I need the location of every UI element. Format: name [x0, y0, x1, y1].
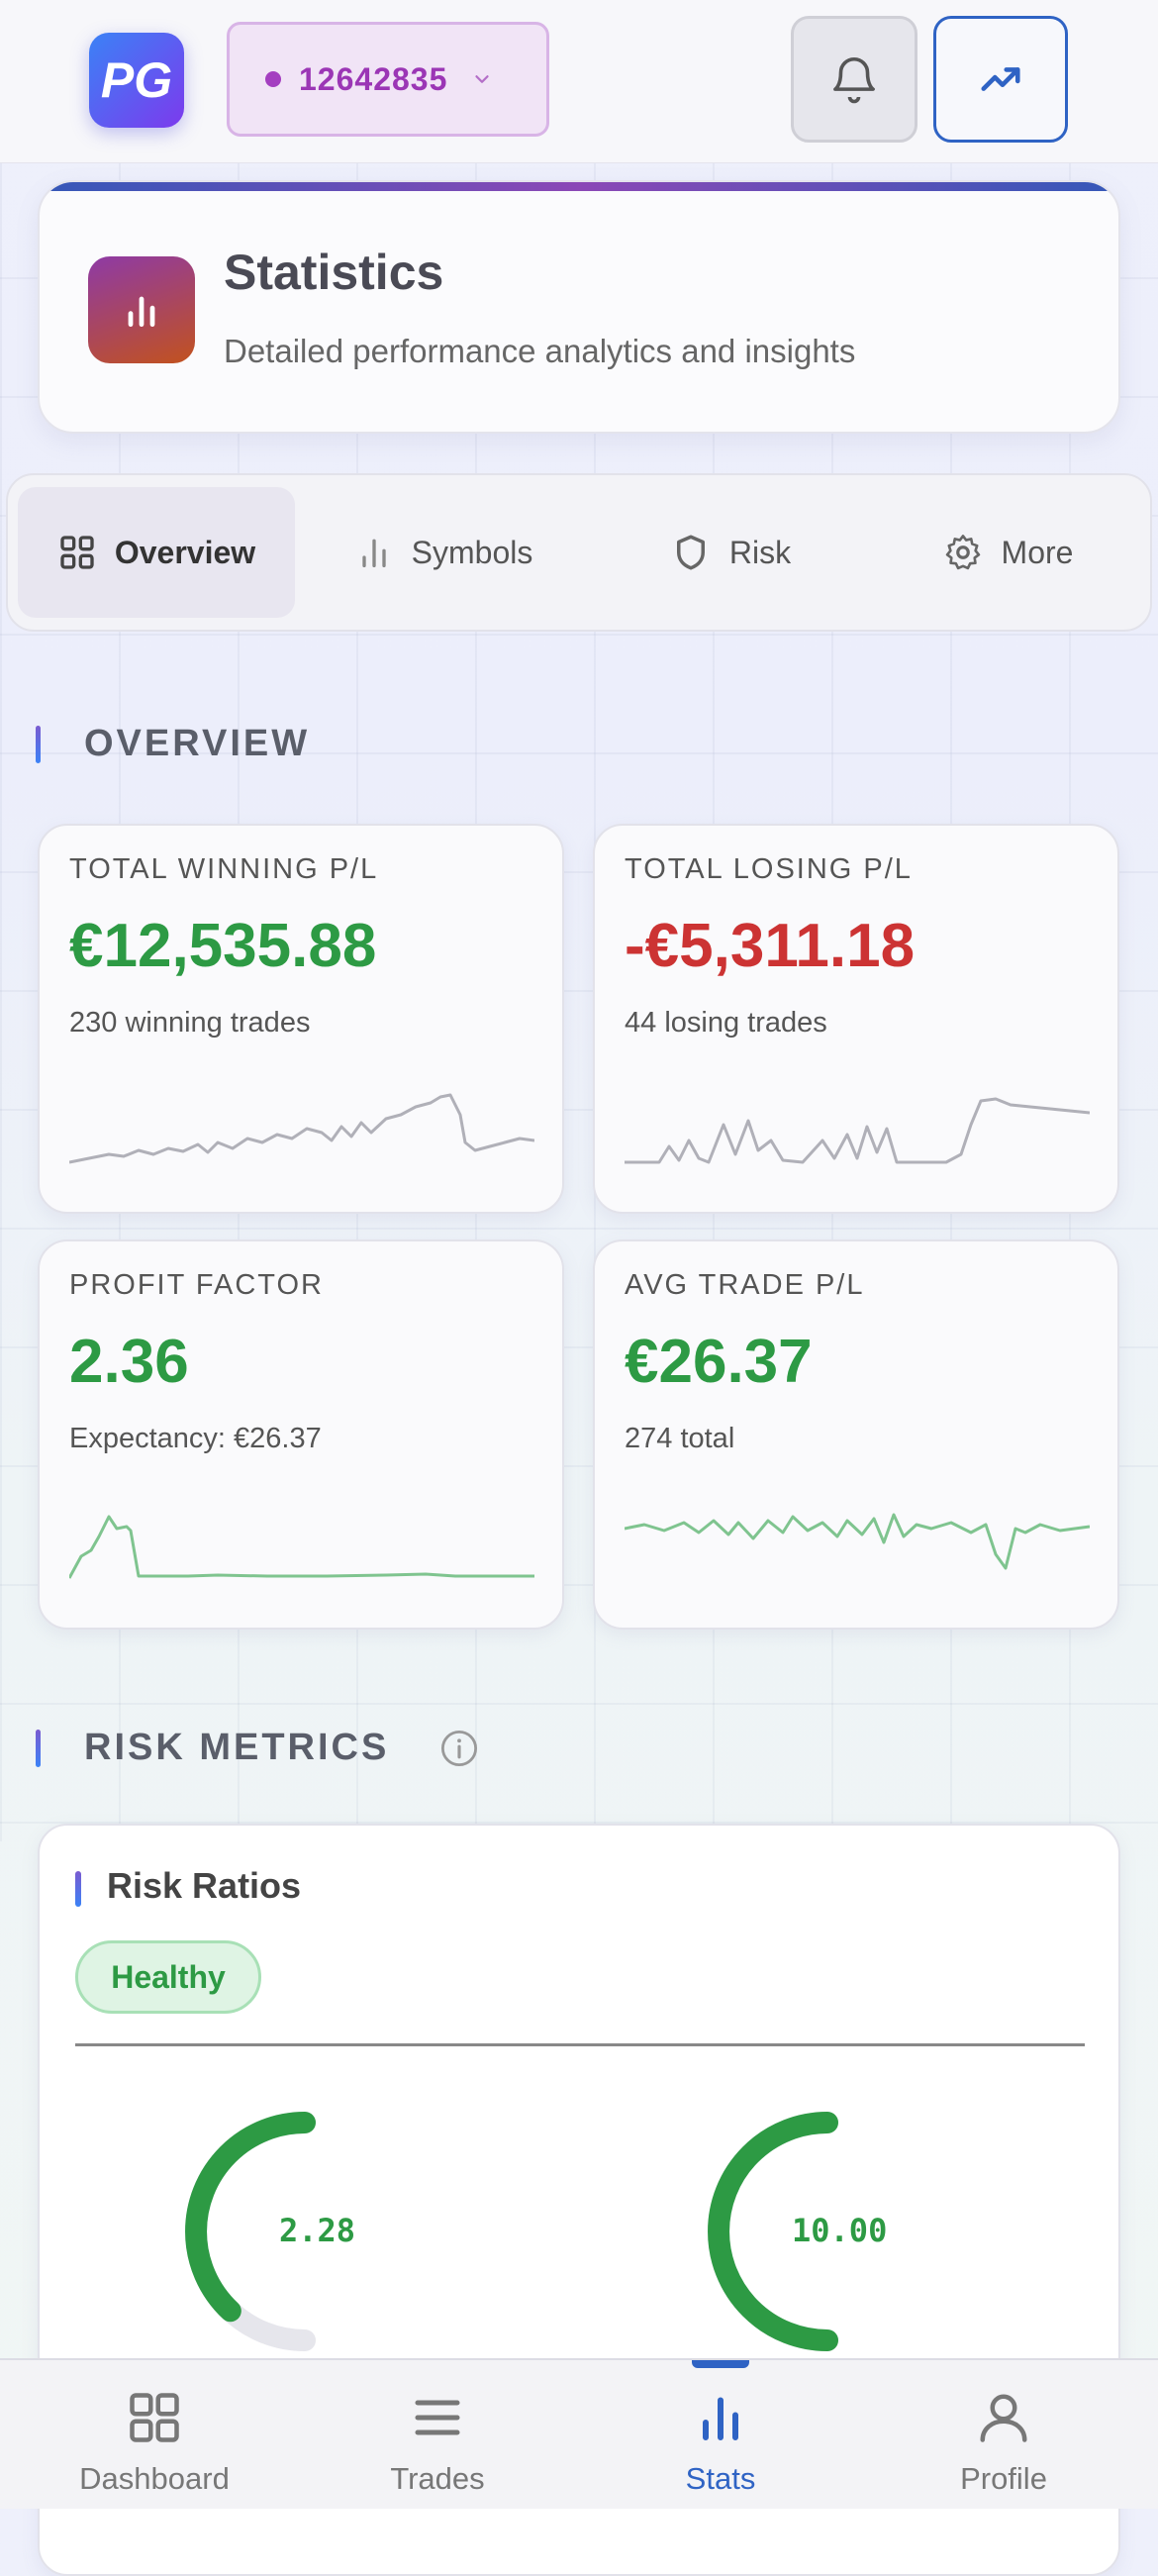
- risk-metrics-section-header: RISK METRICS: [36, 1727, 480, 1769]
- overview-section-header: OVERVIEW: [36, 723, 310, 765]
- sparkline: [69, 1515, 534, 1579]
- bell-icon: [833, 56, 875, 104]
- app-logo[interactable]: PG: [89, 33, 184, 128]
- list-icon: [415, 2400, 460, 2435]
- section-accent-bar: [36, 1729, 41, 1767]
- metric-label: AVG TRADE P/L: [625, 1269, 865, 1301]
- nav-item-dashboard[interactable]: Dashboard: [10, 2360, 299, 2509]
- gauge-value: 10.00: [792, 2212, 888, 2249]
- sparkline: [69, 1093, 534, 1164]
- metric-label: PROFIT FACTOR: [69, 1269, 324, 1301]
- info-icon[interactable]: [438, 1728, 480, 1769]
- account-status-dot: [265, 71, 281, 87]
- metric-subtext: 44 losing trades: [625, 1007, 827, 1039]
- tab-risk[interactable]: Risk: [592, 487, 869, 618]
- metric-subtext: 230 winning trades: [69, 1007, 311, 1039]
- nav-label: Stats: [685, 2461, 756, 2496]
- page-subtitle: Detailed performance analytics and insig…: [224, 333, 856, 369]
- stats-tabs: Overview Symbols Risk More: [6, 473, 1152, 632]
- nav-item-trades[interactable]: Trades: [293, 2360, 582, 2509]
- metric-card-avg-trade[interactable]: AVG TRADE P/L €26.37 274 total: [593, 1239, 1119, 1630]
- nav-label: Trades: [390, 2461, 485, 2496]
- metric-card-total-winning[interactable]: TOTAL WINNING P/L €12,535.88 230 winning…: [38, 824, 564, 1214]
- tab-overview[interactable]: Overview: [18, 487, 295, 618]
- metric-value: €26.37: [625, 1328, 813, 1396]
- page-header-card: Statistics Detailed performance analytic…: [38, 180, 1120, 434]
- metric-value: €12,535.88: [69, 912, 377, 980]
- card-title: Risk Ratios: [107, 1865, 302, 1906]
- bar-chart-icon: [361, 539, 386, 567]
- trends-button[interactable]: [933, 16, 1068, 143]
- nav-item-profile[interactable]: Profile: [859, 2360, 1148, 2509]
- grid-icon: [60, 536, 94, 569]
- metric-value: -€5,311.18: [625, 912, 916, 980]
- metric-card-total-losing[interactable]: TOTAL LOSING P/L -€5,311.18 44 losing tr…: [593, 824, 1119, 1214]
- sparkline: [625, 1513, 1090, 1570]
- gauge-value: 2.28: [279, 2212, 356, 2249]
- nav-label: Dashboard: [79, 2461, 230, 2496]
- metric-subtext: Expectancy: €26.37: [69, 1423, 322, 1454]
- notifications-button[interactable]: [791, 16, 917, 143]
- section-accent-bar: [36, 725, 41, 763]
- divider: [75, 2043, 1085, 2046]
- nav-item-stats[interactable]: Stats: [576, 2360, 865, 2509]
- accent-strip: [40, 182, 1118, 191]
- page-title: Statistics: [224, 245, 444, 300]
- metric-card-profit-factor[interactable]: PROFIT FACTOR 2.36 Expectancy: €26.37: [38, 1239, 564, 1630]
- account-number: 12642835: [299, 60, 448, 97]
- top-bar: PG 12642835: [0, 0, 1158, 163]
- metric-label: TOTAL WINNING P/L: [69, 853, 379, 885]
- user-icon: [980, 2394, 1027, 2442]
- metric-label: TOTAL LOSING P/L: [625, 853, 913, 885]
- sparkline: [625, 1097, 1090, 1164]
- tab-more[interactable]: More: [869, 487, 1146, 618]
- status-badge: Healthy: [75, 1940, 261, 2014]
- card-accent-bar: [75, 1871, 81, 1907]
- tab-symbols[interactable]: Symbols: [305, 487, 582, 618]
- section-title: OVERVIEW: [84, 723, 311, 764]
- chevron-down-icon: [475, 75, 490, 83]
- shield-icon: [676, 535, 705, 570]
- account-selector[interactable]: 12642835: [227, 22, 549, 137]
- grid-icon: [130, 2393, 179, 2442]
- bottom-navigation: Dashboard Trades Stats Profile: [0, 2358, 1158, 2509]
- statistics-icon: [88, 256, 195, 363]
- bar-chart-icon: [703, 2397, 738, 2440]
- gear-icon: [945, 535, 980, 570]
- section-title: RISK METRICS: [84, 1727, 390, 1768]
- nav-label: Profile: [960, 2461, 1047, 2496]
- trending-up-icon: [981, 67, 1020, 91]
- tab-label: Risk: [728, 534, 792, 570]
- metric-value: 2.36: [69, 1328, 189, 1396]
- tab-label: Overview: [114, 534, 256, 570]
- metric-subtext: 274 total: [625, 1423, 735, 1454]
- tab-label: More: [1001, 534, 1074, 570]
- tab-label: Symbols: [411, 534, 533, 570]
